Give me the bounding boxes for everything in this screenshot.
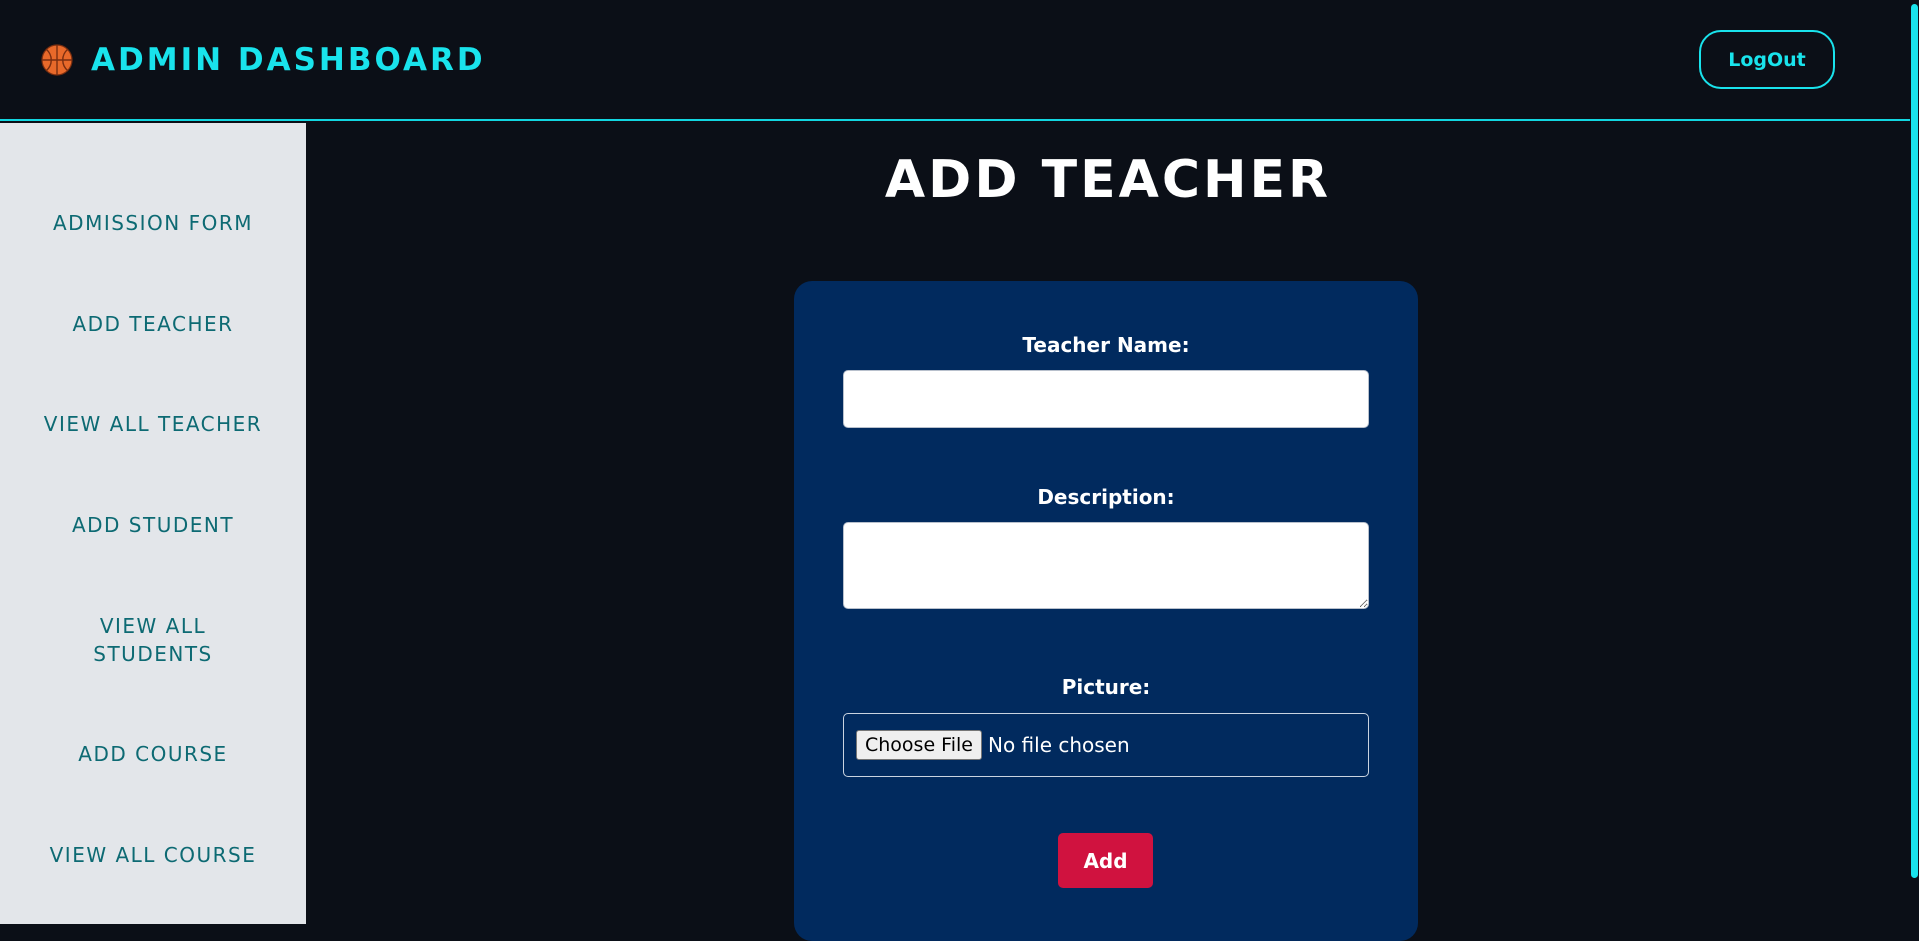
picture-label: Picture: [1061,675,1151,699]
logout-button[interactable]: LogOut [1699,30,1835,89]
sidebar-item-add-teacher[interactable]: ADD TEACHER [0,310,306,338]
brand: ADMIN DASHBOARD [41,42,486,78]
sidebar-item-view-all-teacher[interactable]: VIEW ALL TEACHER [0,410,306,438]
description-textarea[interactable] [843,522,1369,609]
sidebar-item-add-course[interactable]: ADD COURSE [0,740,306,768]
teacher-name-label: Teacher Name: [1022,333,1190,357]
page-title: ADD TEACHER [884,150,1332,210]
dashboard-title: ADMIN DASHBOARD [91,41,486,78]
sidebar-item-view-all-students[interactable]: VIEW ALL STUDENTS [0,612,306,668]
add-button[interactable]: Add [1058,833,1153,888]
add-teacher-form: Teacher Name: Description: Picture: Choo… [794,281,1418,941]
teacher-name-input[interactable] [843,370,1369,428]
sidebar: ADMISSION FORM ADD TEACHER VIEW ALL TEAC… [0,123,306,924]
choose-file-button[interactable]: Choose File [856,730,982,760]
file-status-text: No file chosen [987,733,1130,757]
description-label: Description: [1037,485,1175,509]
sidebar-item-admission-form[interactable]: ADMISSION FORM [0,209,306,237]
scrollbar-thumb[interactable] [1911,4,1918,878]
sidebar-item-view-all-course[interactable]: VIEW ALL COURSE [0,841,306,869]
picture-file-input[interactable]: Choose File No file chosen [843,713,1369,777]
sidebar-item-add-student[interactable]: ADD STUDENT [0,511,306,539]
top-header: ADMIN DASHBOARD LogOut [0,0,1910,121]
basketball-icon [41,43,73,76]
